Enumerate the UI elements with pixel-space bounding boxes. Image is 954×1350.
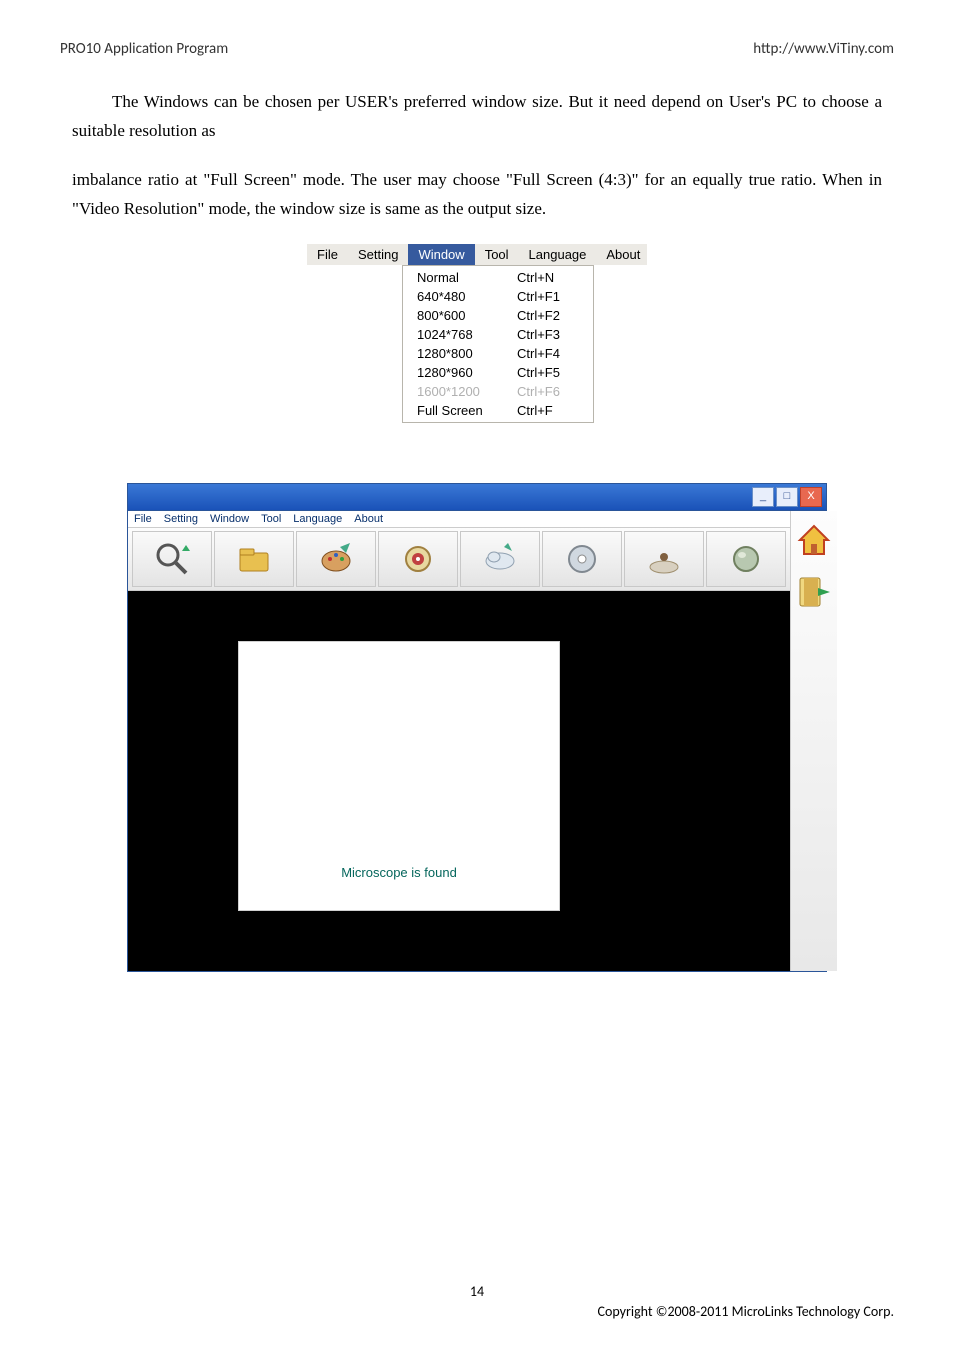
menuitem-1280x800[interactable]: 1280*800Ctrl+F4: [403, 344, 593, 363]
status-popup: Microscope is found: [238, 641, 560, 911]
menuitem-1600x1200: 1600*1200Ctrl+F6: [403, 382, 593, 401]
app-menu-window[interactable]: Window: [210, 513, 249, 525]
sphere-icon[interactable]: [706, 531, 786, 587]
menuitem-fullscreen[interactable]: Full ScreenCtrl+F: [403, 401, 593, 420]
app-menu-file[interactable]: File: [134, 513, 152, 525]
menuitem-1280x960[interactable]: 1280*960Ctrl+F5: [403, 363, 593, 382]
disc-icon[interactable]: [542, 531, 622, 587]
app-menu-tool[interactable]: Tool: [261, 513, 281, 525]
menuitem-1024x768[interactable]: 1024*768Ctrl+F3: [403, 325, 593, 344]
menuitem-640x480[interactable]: 640*480Ctrl+F1: [403, 287, 593, 306]
zoom-icon[interactable]: [132, 531, 212, 587]
app-menu-about[interactable]: About: [354, 513, 383, 525]
close-button[interactable]: X: [800, 487, 822, 507]
paragraph-2: imbalance ratio at "Full Screen" mode. T…: [72, 166, 882, 224]
minimize-button[interactable]: _: [752, 487, 774, 507]
header-left: PRO10 Application Program: [60, 40, 228, 58]
app-menubar: File Setting Window Tool Language About: [128, 511, 790, 527]
menu-tool[interactable]: Tool: [475, 244, 519, 265]
home-icon[interactable]: [791, 517, 837, 563]
target-icon[interactable]: [378, 531, 458, 587]
menuitem-normal[interactable]: NormalCtrl+N: [403, 268, 593, 287]
viewer-area: Microscope is found: [128, 591, 790, 971]
menu-setting[interactable]: Setting: [348, 244, 408, 265]
window-dropdown: NormalCtrl+N 640*480Ctrl+F1 800*600Ctrl+…: [402, 265, 594, 423]
folder-icon[interactable]: [214, 531, 294, 587]
page-footer: 14 Copyright ©2008-2011 MicroLinks Techn…: [60, 1303, 894, 1320]
menu-language[interactable]: Language: [519, 244, 597, 265]
menu-file[interactable]: File: [307, 244, 348, 265]
app-window-screenshot: _ □ X File Setting Window Tool Language …: [127, 483, 827, 972]
side-panel: [790, 511, 837, 971]
app-menu-setting[interactable]: Setting: [164, 513, 198, 525]
menuitem-800x600[interactable]: 800*600Ctrl+F2: [403, 306, 593, 325]
header-right: http://www.ViTiny.com: [753, 40, 894, 58]
menubar: File Setting Window Tool Language About: [307, 244, 647, 265]
menu-about[interactable]: About: [596, 244, 650, 265]
window-menu-screenshot: File Setting Window Tool Language About …: [307, 244, 647, 423]
exit-icon[interactable]: [791, 569, 837, 615]
down-icon[interactable]: [624, 531, 704, 587]
page-number: 14: [60, 1283, 894, 1300]
copyright: Copyright ©2008-2011 MicroLinks Technolo…: [598, 1303, 894, 1320]
titlebar: _ □ X: [127, 483, 827, 510]
palette-icon[interactable]: [296, 531, 376, 587]
paragraph-1: The Windows can be chosen per USER's pre…: [72, 88, 882, 146]
menu-window[interactable]: Window: [408, 244, 474, 265]
page-header: PRO10 Application Program http://www.ViT…: [60, 40, 894, 58]
maximize-button[interactable]: □: [776, 487, 798, 507]
app-menu-language[interactable]: Language: [293, 513, 342, 525]
cloud-icon[interactable]: [460, 531, 540, 587]
toolbar: [128, 527, 790, 591]
popup-message: Microscope is found: [239, 865, 559, 880]
